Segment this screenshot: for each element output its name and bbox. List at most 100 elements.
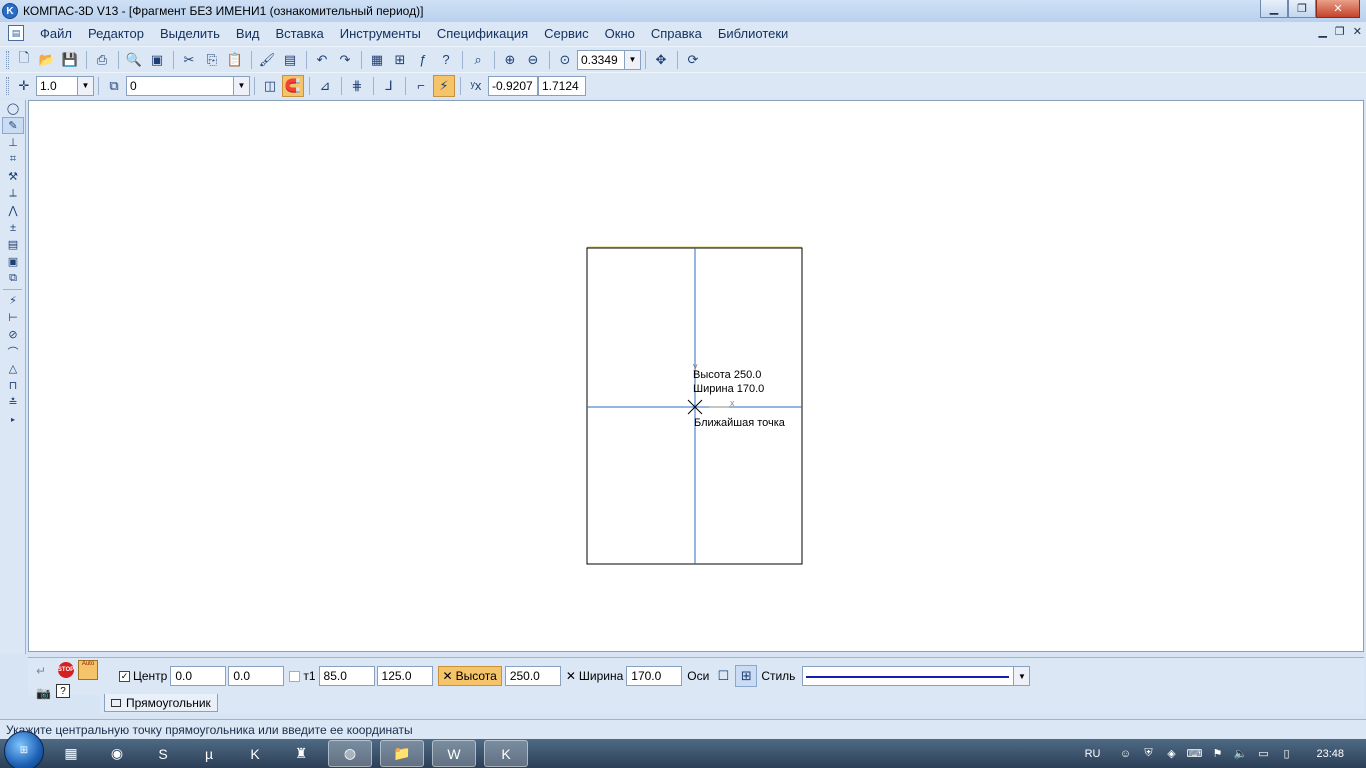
chevron-down-icon[interactable]: ▼ — [624, 50, 640, 69]
view-state-icon[interactable]: ◫ — [259, 75, 281, 97]
width-param[interactable]: ✕ Ширина — [566, 669, 623, 683]
volume-icon[interactable]: 🔈 — [1231, 745, 1249, 763]
center-y-field[interactable]: 0.0 — [228, 666, 285, 686]
open-folder-icon[interactable]: 📂 — [36, 49, 58, 71]
keyboard-icon[interactable]: ⌨ — [1185, 745, 1203, 763]
camera-icon[interactable]: 📷 — [36, 686, 51, 700]
doc-close-icon[interactable]: ✕ — [1353, 25, 1362, 38]
with-axes-icon[interactable]: ⊞ — [735, 665, 758, 687]
zoom-frame-icon[interactable]: ⌕ — [467, 49, 489, 71]
width-lock-icon[interactable]: ✕ — [566, 669, 576, 683]
tab-rectangle[interactable]: Прямоугольник — [104, 694, 218, 712]
parametrization-icon[interactable]: ⚒ — [2, 168, 24, 185]
menu-view[interactable]: Вид — [228, 26, 268, 41]
toolbar-grip[interactable] — [6, 76, 9, 95]
menu-insert[interactable]: Вставка — [267, 26, 331, 41]
kompas-task-icon[interactable]: K — [484, 740, 528, 767]
maximize-button[interactable]: ❐ — [1288, 0, 1316, 18]
height-param[interactable]: ✕ Высота — [437, 666, 502, 686]
point-icon[interactable]: ⚡ — [2, 292, 24, 309]
local-cs-icon[interactable]: ⅃ — [378, 75, 400, 97]
measure-icon[interactable]: ⟂ — [2, 185, 24, 202]
copy-icon[interactable]: ⎘ — [201, 49, 223, 71]
arc-icon[interactable]: ⌒ — [2, 343, 24, 360]
edit-icon[interactable]: ✎ — [2, 117, 24, 134]
report-icon[interactable]: ▤ — [2, 236, 24, 253]
linear-dim-icon[interactable]: ⊢ — [2, 309, 24, 326]
chevron-down-icon[interactable]: ▼ — [1013, 667, 1030, 685]
explorer-icon[interactable]: 📁 — [380, 740, 424, 767]
insert-icon[interactable]: ⧉ — [2, 270, 24, 287]
height-field[interactable]: 250.0 — [504, 666, 561, 686]
t1-param[interactable]: т1 — [289, 669, 316, 683]
minimize-button[interactable]: ▁ — [1260, 0, 1288, 18]
undo-icon[interactable]: ↶ — [311, 49, 333, 71]
no-axes-icon[interactable]: ☐ — [712, 665, 734, 687]
layer-combo[interactable]: 0 ▼ — [126, 75, 250, 96]
print-preview-icon[interactable]: 🔍 — [123, 49, 145, 71]
utorrent-icon[interactable]: µ — [190, 740, 228, 767]
menu-specification[interactable]: Спецификация — [429, 26, 536, 41]
hatch-icon[interactable]: ⊓ — [2, 377, 24, 394]
menu-libraries[interactable]: Библиотеки — [710, 26, 796, 41]
pan-icon[interactable]: ✥ — [650, 49, 672, 71]
center-x-field[interactable]: 0.0 — [170, 666, 227, 686]
zoom-in-icon[interactable]: ⊕ — [499, 49, 521, 71]
antivirus-shield-icon[interactable]: ⛨ — [1139, 745, 1157, 763]
cursor-y-field[interactable]: 1.7124 — [538, 75, 586, 96]
print-icon[interactable]: ⎙ — [91, 49, 113, 71]
create-object-icon[interactable]: ↵ — [36, 664, 46, 678]
width-field[interactable]: 170.0 — [626, 666, 683, 686]
game-icon[interactable]: ♜ — [282, 740, 320, 767]
circle-icon[interactable]: ⊘ — [2, 326, 24, 343]
kompas-launcher-icon[interactable]: K — [236, 740, 274, 767]
center-check-icon[interactable]: ✓ — [119, 670, 130, 682]
skype-icon[interactable]: S — [144, 740, 182, 767]
manager-icon[interactable]: ▦ — [366, 49, 388, 71]
clock[interactable]: 23:48 — [1316, 748, 1344, 760]
chrome-icon[interactable]: ◍ — [328, 740, 372, 767]
parametric-mode-icon[interactable]: ⚡ — [433, 74, 455, 97]
center-param[interactable]: ✓ Центр — [119, 669, 167, 683]
layer-icon[interactable]: ⧉ — [103, 75, 125, 97]
cursor-step-combo[interactable]: 1.0 ▼ — [36, 75, 94, 96]
orthogonal-icon[interactable]: ⊿ — [314, 75, 336, 97]
menu-window[interactable]: Окно — [597, 26, 643, 41]
zoom-out-icon[interactable]: ⊖ — [522, 49, 544, 71]
drawing-canvas[interactable]: x y Высота 250.0 Ширина 170.0 Ближайшая … — [28, 100, 1364, 652]
equidistant-icon[interactable]: ≛ — [2, 394, 24, 411]
users-icon[interactable]: ☺ — [1116, 745, 1134, 763]
t1-x-field[interactable]: 85.0 — [318, 666, 375, 686]
start-button[interactable]: ⊞ — [4, 730, 44, 768]
action-center-flag-icon[interactable]: ⚑ — [1208, 745, 1226, 763]
menu-tools[interactable]: Инструменты — [332, 26, 429, 41]
nvidia-icon[interactable]: ◈ — [1162, 745, 1180, 763]
snap-magnet-icon[interactable]: 🧲 — [282, 74, 304, 97]
kompas-app-icon[interactable]: K — [2, 3, 18, 19]
language-indicator[interactable]: RU — [1085, 748, 1101, 760]
library-manager-icon[interactable]: ⊞ — [389, 49, 411, 71]
zoom-combo[interactable]: 0.3349 ▼ — [577, 49, 641, 70]
network-icon[interactable]: ▭ — [1254, 745, 1272, 763]
cursor-x-field[interactable]: -0.9207 — [488, 75, 538, 96]
word-icon[interactable]: W — [432, 740, 476, 767]
zoom-scale-icon[interactable]: ⊙ — [554, 49, 576, 71]
cut-icon[interactable]: ✂ — [178, 49, 200, 71]
t1-check-icon[interactable] — [289, 670, 301, 682]
menu-editor[interactable]: Редактор — [80, 26, 152, 41]
spec-icon[interactable]: ± — [2, 219, 24, 236]
ortho-mode-icon[interactable]: ⌐ — [410, 75, 432, 97]
close-button[interactable]: ✕ — [1316, 0, 1360, 18]
paste-icon[interactable]: 📋 — [224, 49, 246, 71]
properties-icon[interactable]: ▣ — [146, 49, 168, 71]
refresh-icon[interactable]: ⟳ — [682, 49, 704, 71]
context-help-icon[interactable]: ? — [435, 49, 457, 71]
save-icon[interactable]: 💾 — [59, 49, 81, 71]
document-manager-icon[interactable]: ▤ — [279, 49, 301, 71]
t1-y-field[interactable]: 125.0 — [376, 666, 433, 686]
dimensions-icon[interactable]: ⊥ — [2, 134, 24, 151]
doc-restore-icon[interactable]: ❐ — [1335, 25, 1345, 38]
format-brush-icon[interactable]: 🖌 — [256, 49, 278, 71]
stop-command-icon[interactable]: STOP — [58, 662, 74, 678]
chevron-down-icon[interactable]: ▼ — [233, 76, 249, 95]
